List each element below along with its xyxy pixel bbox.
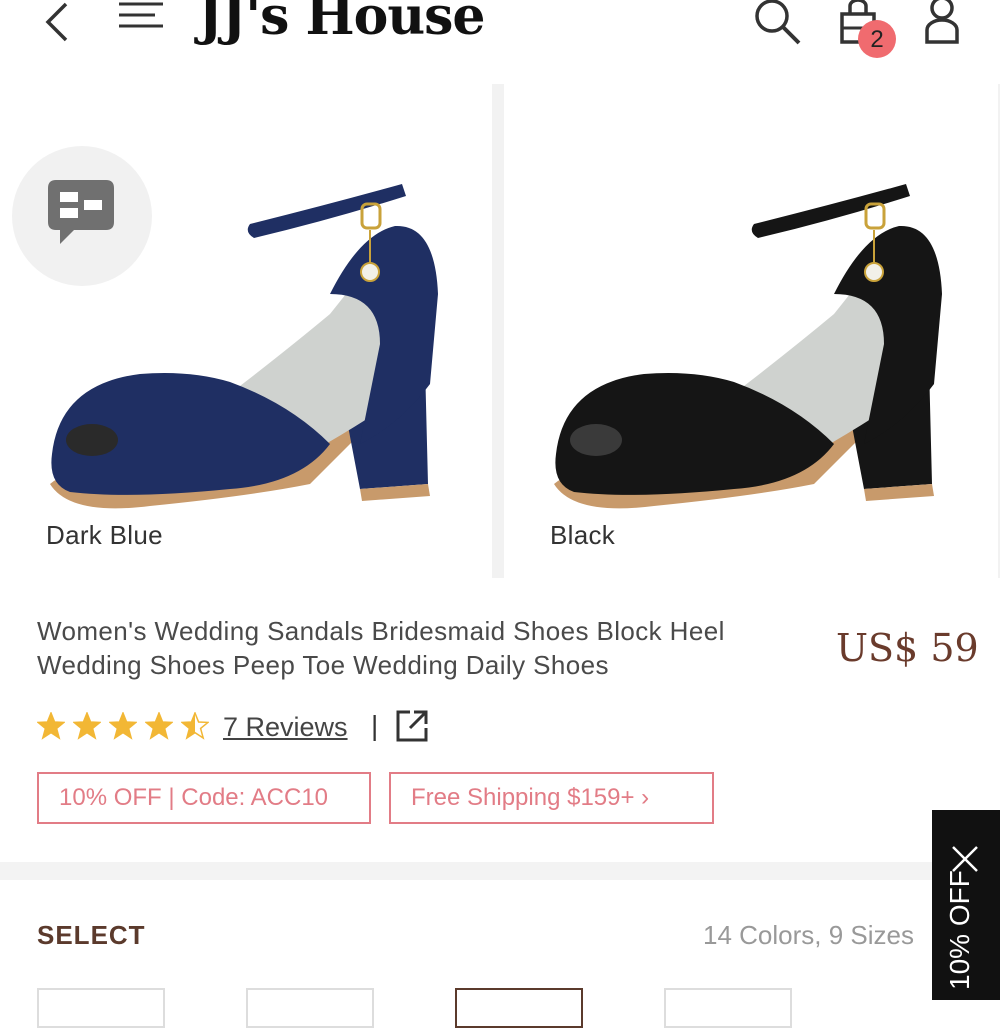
color-swatch[interactable] [37, 988, 165, 1028]
menu-button[interactable] [115, 0, 167, 40]
back-arrow-icon [45, 2, 68, 42]
menu-icon [119, 2, 163, 28]
color-label: Black [550, 520, 616, 550]
star-icon [145, 712, 173, 740]
search-icon [755, 0, 801, 45]
product-price: US$ 59 [836, 626, 979, 670]
share-button[interactable] [394, 708, 430, 744]
star-icon [109, 712, 137, 740]
search-button[interactable] [750, 0, 804, 48]
shoe-image [554, 184, 942, 509]
select-heading: SELECT [37, 920, 146, 950]
star-icon [181, 712, 209, 740]
top-nav-bar: JJ's House 2 [0, 0, 1000, 80]
coupon-badge[interactable]: 10% OFF | Code: ACC10 [37, 772, 371, 824]
cart-count-badge: 2 [858, 20, 896, 58]
user-icon [925, 0, 959, 44]
color-label: Dark Blue [46, 520, 163, 550]
account-button[interactable] [922, 0, 962, 46]
chat-icon [48, 180, 114, 244]
color-swatch[interactable] [246, 988, 374, 1028]
color-swatch[interactable] [455, 988, 583, 1028]
back-button[interactable] [40, 0, 80, 46]
gallery-divider [492, 84, 504, 578]
star-icon [37, 712, 65, 740]
section-divider [0, 862, 1000, 880]
rating-row: 7 Reviews | [37, 708, 457, 748]
free-shipping-link[interactable]: Free Shipping $159+ › [389, 772, 714, 824]
variant-summary: 14 Colors, 9 Sizes [703, 920, 914, 950]
star-icon [73, 712, 101, 740]
chat-bubble-button[interactable] [12, 146, 152, 286]
brand-logo[interactable]: JJ's House [198, 0, 485, 47]
reviews-link[interactable]: 7 Reviews [223, 712, 348, 743]
product-title: Women's Wedding Sandals Bridesmaid Shoes… [37, 616, 725, 680]
discount-tab-label: 10% OFF [944, 870, 975, 990]
separator: | [371, 710, 379, 741]
color-option-card[interactable]: Black [504, 84, 998, 578]
color-option-card[interactable]: Dark Blue [0, 84, 492, 578]
share-icon [396, 710, 428, 742]
color-swatch[interactable] [664, 988, 792, 1028]
